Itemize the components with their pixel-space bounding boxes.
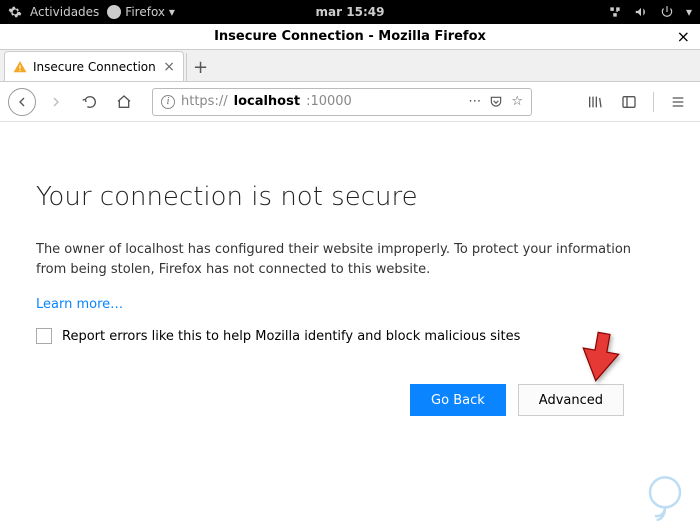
- navigation-toolbar: i https:// localhost :10000 ⋯ ☆: [0, 82, 700, 122]
- error-page: Your connection is not secure The owner …: [0, 122, 700, 416]
- tab-close-button[interactable]: ×: [163, 59, 175, 75]
- url-port: :10000: [306, 94, 352, 109]
- watermark: [640, 474, 690, 528]
- divider: [653, 92, 654, 112]
- gear-icon: [8, 5, 22, 19]
- app-menu[interactable]: Firefox ▾: [125, 5, 175, 19]
- bookmark-star-icon[interactable]: ☆: [511, 94, 523, 109]
- reload-button[interactable]: [76, 88, 104, 116]
- tab-insecure-connection[interactable]: Insecure Connection ×: [4, 51, 184, 81]
- activities-label[interactable]: Actividades: [30, 5, 99, 19]
- volume-icon[interactable]: [634, 5, 648, 19]
- learn-more-link[interactable]: Learn more…: [36, 297, 123, 312]
- network-icon[interactable]: [608, 5, 622, 19]
- system-topbar: Actividades Firefox ▾ mar 15:49 ▾: [0, 0, 700, 24]
- window-titlebar: Insecure Connection - Mozilla Firefox ×: [0, 24, 700, 50]
- menu-button[interactable]: [664, 88, 692, 116]
- forward-button: [42, 88, 70, 116]
- firefox-icon: [107, 5, 121, 19]
- tab-title: Insecure Connection: [33, 60, 156, 74]
- report-errors-checkbox[interactable]: [36, 328, 52, 344]
- home-button[interactable]: [110, 88, 138, 116]
- url-protocol: https://: [181, 94, 228, 109]
- back-button[interactable]: [8, 88, 36, 116]
- new-tab-button[interactable]: +: [186, 53, 214, 81]
- pocket-icon[interactable]: [489, 95, 503, 109]
- system-menu-chevron[interactable]: ▾: [686, 5, 692, 19]
- power-icon[interactable]: [660, 5, 674, 19]
- tab-strip: Insecure Connection × +: [0, 50, 700, 82]
- annotation-arrow: [564, 326, 624, 390]
- site-info-icon[interactable]: i: [161, 95, 175, 109]
- window-title: Insecure Connection - Mozilla Firefox: [214, 29, 486, 44]
- go-back-button[interactable]: Go Back: [410, 384, 506, 416]
- error-description: The owner of localhost has configured th…: [36, 240, 656, 279]
- page-heading: Your connection is not secure: [36, 182, 664, 212]
- report-errors-label: Report errors like this to help Mozilla …: [62, 329, 520, 344]
- page-actions-icon[interactable]: ⋯: [468, 94, 481, 109]
- window-close-button[interactable]: ×: [677, 27, 690, 46]
- library-button[interactable]: [581, 88, 609, 116]
- url-host: localhost: [234, 94, 300, 109]
- warning-icon: [13, 60, 27, 74]
- sidebar-button[interactable]: [615, 88, 643, 116]
- url-bar[interactable]: i https:// localhost :10000 ⋯ ☆: [152, 88, 532, 116]
- clock: mar 15:49: [316, 5, 385, 19]
